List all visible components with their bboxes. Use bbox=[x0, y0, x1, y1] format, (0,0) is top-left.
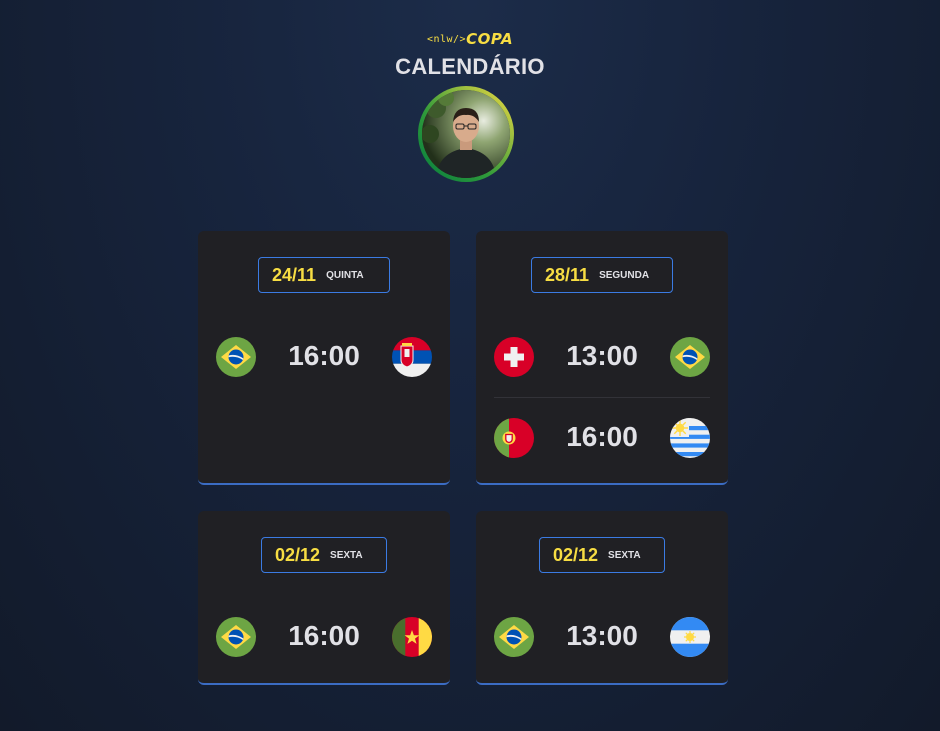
uruguay-flag-icon bbox=[670, 418, 710, 458]
logo-tag: <nlw/> bbox=[426, 34, 467, 45]
match-row: 16:00 bbox=[476, 417, 728, 459]
match-row: 13:00 bbox=[476, 616, 728, 658]
date-badge: 02/12 SEXTA bbox=[539, 537, 665, 573]
date-badge: 28/11 SEGUNDA bbox=[531, 257, 673, 293]
date-badge: 02/12 SEXTA bbox=[261, 537, 387, 573]
nlw-copa-logo: <nlw/>COPA bbox=[0, 29, 940, 48]
match-weekday: SEGUNDA bbox=[599, 269, 650, 281]
match-row: 16:00 bbox=[198, 336, 450, 378]
match-day-card: 02/12 SEXTA 13:00 bbox=[476, 511, 728, 685]
match-date: 28/11 bbox=[545, 264, 590, 285]
cameroon-flag-icon bbox=[392, 617, 432, 657]
match-date: 02/12 bbox=[275, 544, 321, 565]
match-divider bbox=[494, 397, 710, 398]
match-row: 16:00 bbox=[198, 616, 450, 658]
match-date: 02/12 bbox=[553, 544, 599, 565]
match-date: 24/11 bbox=[272, 264, 317, 285]
page-title: CALENDÁRIO bbox=[395, 54, 545, 79]
match-weekday: QUINTA bbox=[326, 269, 364, 281]
avatar bbox=[418, 86, 514, 182]
avatar-photo bbox=[422, 90, 510, 178]
match-day-card: 24/11 QUINTA 16:00 bbox=[198, 231, 450, 485]
match-weekday: SEXTA bbox=[330, 549, 363, 561]
match-weekday: SEXTA bbox=[608, 549, 641, 561]
logo-copa-text: COPA bbox=[466, 30, 514, 48]
match-day-card: 28/11 SEGUNDA 13:00 16:00 bbox=[476, 231, 728, 485]
match-day-card: 02/12 SEXTA 16:00 bbox=[198, 511, 450, 685]
date-badge: 24/11 QUINTA bbox=[258, 257, 390, 293]
argentina-flag-icon bbox=[670, 617, 710, 657]
match-row: 13:00 bbox=[476, 336, 728, 378]
brazil-flag-icon bbox=[670, 337, 710, 377]
serbia-flag-icon bbox=[392, 337, 432, 377]
